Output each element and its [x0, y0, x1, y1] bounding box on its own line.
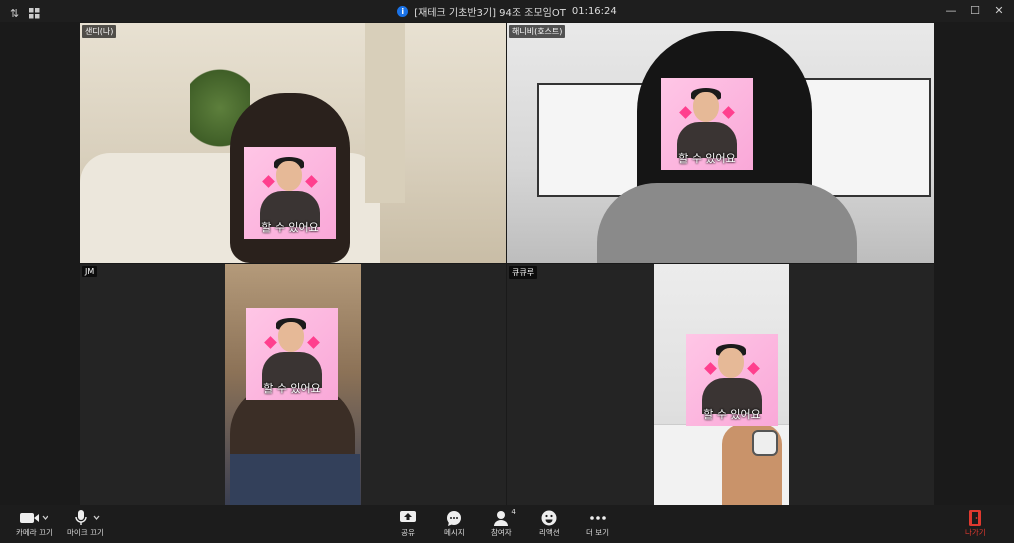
share-button-label: 공유: [401, 528, 415, 537]
participant-name: 큐큐루: [509, 266, 538, 279]
leave-button[interactable]: 나가기: [965, 509, 986, 538]
camera-button-label: 카메라 끄기: [16, 528, 53, 537]
participant-name: JM: [82, 266, 98, 277]
close-icon[interactable]: ✕: [992, 3, 1006, 17]
sticker: 할 수 있어요: [661, 78, 753, 170]
reaction-button-label: 리액션: [539, 528, 560, 537]
video-camera-icon: [20, 513, 49, 523]
video-tile-sandy[interactable]: 할 수 있어요 샌디(나): [80, 23, 506, 263]
person-icon: [494, 510, 509, 526]
microphone-icon: [75, 510, 100, 525]
exit-door-icon: [969, 510, 982, 526]
title-bar: ⇅ i [재테크 기초반3기] 94조 조모임OT 01:16:24 — ☐ ✕: [0, 0, 1014, 22]
more-dots-icon: [589, 516, 606, 520]
sticker-caption: 할 수 있어요: [261, 221, 319, 234]
window-panel-right: [802, 78, 931, 197]
meeting-timer: 01:16:24: [571, 5, 617, 17]
participant-name: 샌디(나): [82, 25, 117, 38]
smiley-icon: [541, 510, 557, 526]
more-button-label: 더 보기: [586, 528, 610, 537]
leave-button-label: 나가기: [965, 528, 986, 537]
video-tile-kyukyuru[interactable]: 할 수 있어요 큐큐루: [507, 264, 934, 505]
share-button[interactable]: 공유: [400, 509, 416, 538]
person-sweater: [230, 454, 360, 505]
more-button[interactable]: 더 보기: [586, 509, 609, 538]
sticker: 할 수 있어요: [246, 308, 338, 400]
column: [365, 23, 405, 203]
maximize-icon[interactable]: ☐: [968, 3, 982, 17]
participant-name: 해니비(호스트): [509, 25, 566, 38]
sticker: 할 수 있어요: [244, 147, 336, 239]
reaction-button[interactable]: 리액션: [539, 509, 560, 538]
meeting-toolbar: 카메라 끄기 마이크 끄기 공유 메시지 4 참여자 리액션 더 보기 나가기: [0, 505, 1014, 543]
sticker-caption: 할 수 있어요: [678, 152, 736, 165]
participants-count: 4: [511, 508, 516, 516]
mic-button-label: 마이크 끄기: [67, 528, 104, 537]
sticker: 할 수 있어요: [686, 334, 778, 426]
chat-bubble-icon: [447, 510, 462, 526]
info-icon[interactable]: i: [397, 5, 409, 17]
video-tile-host[interactable]: 할 수 있어요 해니비(호스트): [507, 23, 934, 263]
sticker-caption: 할 수 있어요: [263, 382, 321, 395]
message-button[interactable]: 메시지: [444, 509, 465, 538]
participants-button-label: 참여자: [491, 528, 512, 537]
participants-button[interactable]: 4 참여자: [491, 508, 516, 538]
meeting-title: [재테크 기초반3기] 94조 조모임OT: [414, 7, 566, 19]
person-sweater: [597, 183, 857, 263]
mic-button[interactable]: 마이크 끄기: [67, 509, 104, 538]
sticker-caption: 할 수 있어요: [703, 408, 761, 421]
message-button-label: 메시지: [444, 528, 465, 537]
minimize-icon[interactable]: —: [944, 3, 958, 17]
camera-button[interactable]: 카메라 끄기: [16, 509, 53, 538]
share-screen-icon: [400, 511, 416, 522]
smartwatch: [752, 430, 778, 456]
meeting-title-area: i [재테크 기초반3기] 94조 조모임OT 01:16:24: [0, 0, 1014, 22]
video-tile-jm[interactable]: 할 수 있어요 JM: [80, 264, 506, 505]
